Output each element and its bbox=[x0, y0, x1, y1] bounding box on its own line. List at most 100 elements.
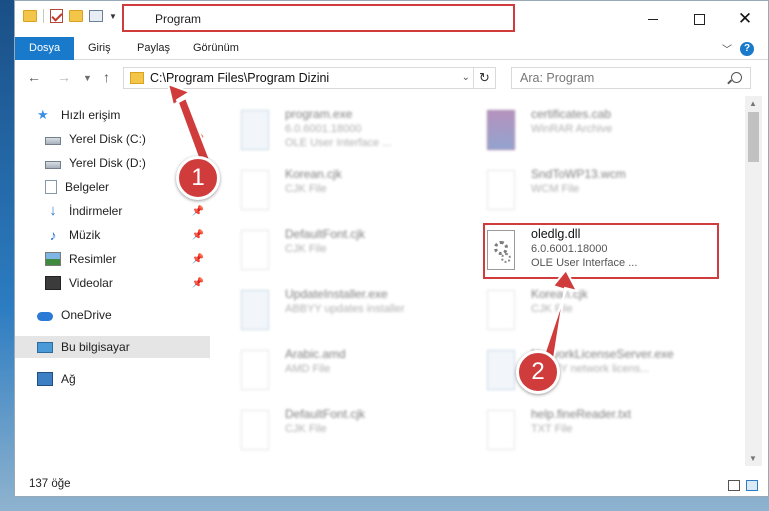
sidebar-item-network[interactable]: Ağ bbox=[15, 368, 210, 390]
file-type: CJK File bbox=[531, 303, 573, 315]
sidebar-item-music[interactable]: ♪ Müzik 📌 bbox=[15, 224, 210, 246]
scrollbar-thumb[interactable] bbox=[748, 112, 759, 162]
sidebar-item-onedrive[interactable]: OneDrive bbox=[15, 304, 210, 326]
search-box[interactable]: Ara: Program bbox=[511, 67, 751, 89]
file-item[interactable]: certificates.cab WinRAR Archive bbox=[457, 104, 697, 156]
generic-file-icon bbox=[241, 350, 269, 390]
onedrive-icon bbox=[37, 312, 53, 321]
file-name: SndToWP13.wcm bbox=[531, 167, 626, 181]
sidebar-item-label: OneDrive bbox=[61, 308, 112, 322]
file-item[interactable]: Arabic.amd AMD File bbox=[211, 344, 451, 396]
videos-icon bbox=[45, 276, 61, 290]
divider bbox=[43, 9, 44, 23]
callout-badge-1: 1 bbox=[176, 156, 220, 200]
file-type: WinRAR Archive bbox=[531, 123, 613, 135]
sidebar-item-pictures[interactable]: Resimler 📌 bbox=[15, 248, 210, 270]
properties-check-icon[interactable] bbox=[50, 9, 63, 23]
file-item[interactable]: help.fineReader.txt TXT File bbox=[457, 404, 697, 456]
back-arrow-icon[interactable]: ← bbox=[27, 69, 41, 85]
file-description: OLE User Interface ... bbox=[285, 137, 392, 149]
file-name: DefaultFont.cjk bbox=[285, 227, 366, 241]
documents-icon bbox=[45, 180, 57, 194]
maximize-button[interactable] bbox=[676, 1, 722, 37]
ribbon-tabs: Dosya Giriş Paylaş Görünüm ﹀ ? bbox=[15, 37, 768, 60]
file-item[interactable]: program.exe 6.0.6001.18000 OLE User Inte… bbox=[211, 104, 451, 156]
quick-access-toolbar: ▼ bbox=[23, 9, 124, 23]
file-list: program.exe 6.0.6001.18000 OLE User Inte… bbox=[211, 96, 746, 466]
file-item[interactable]: DefaultFont.cjk CJK File bbox=[211, 224, 451, 276]
large-icons-view-icon[interactable] bbox=[746, 480, 758, 491]
status-bar: 137 öğe bbox=[15, 474, 768, 496]
tab-file[interactable]: Dosya bbox=[15, 37, 75, 60]
address-bar[interactable]: C:\Program Files\Program Dizini ⌄ ↻ bbox=[123, 67, 496, 89]
file-item[interactable]: Korean.cjk CJK File bbox=[457, 284, 697, 336]
new-folder-icon[interactable] bbox=[69, 10, 83, 22]
search-placeholder[interactable]: Ara: Program bbox=[520, 71, 594, 85]
address-path[interactable]: C:\Program Files\Program Dizini bbox=[150, 71, 329, 85]
computer-icon bbox=[37, 341, 53, 353]
sidebar-item-label: Ağ bbox=[61, 372, 76, 386]
exe-file-icon bbox=[241, 110, 269, 150]
ribbon-right-controls: ﹀ ? bbox=[722, 41, 754, 56]
scroll-up-icon[interactable]: ▲ bbox=[749, 99, 757, 108]
close-button[interactable]: ✕ bbox=[722, 1, 768, 37]
refresh-icon[interactable]: ↻ bbox=[473, 68, 495, 88]
drive-icon bbox=[45, 136, 61, 145]
help-icon[interactable]: ? bbox=[740, 41, 754, 56]
up-arrow-icon[interactable]: ↑ bbox=[103, 69, 110, 85]
folder-icon[interactable] bbox=[23, 10, 37, 22]
properties-icon[interactable] bbox=[89, 10, 103, 22]
file-description: ABBYY updates installer bbox=[285, 303, 405, 315]
customize-dropdown-icon[interactable]: ▼ bbox=[109, 12, 117, 21]
details-view-icon[interactable] bbox=[728, 480, 740, 491]
generic-file-icon bbox=[487, 410, 515, 450]
sidebar-item-label: Yerel Disk (C:) bbox=[69, 132, 146, 146]
minimize-button[interactable] bbox=[630, 1, 676, 37]
music-icon: ♪ bbox=[49, 227, 57, 243]
expand-ribbon-icon[interactable]: ﹀ bbox=[722, 41, 732, 56]
sidebar-item-quick-access[interactable]: ★ Hızlı erişim bbox=[15, 104, 210, 126]
file-name: DefaultFont.cjk bbox=[285, 407, 366, 421]
exe-file-icon bbox=[487, 350, 515, 390]
generic-file-icon bbox=[241, 410, 269, 450]
exe-file-icon bbox=[241, 290, 269, 330]
sidebar-item-label: Müzik bbox=[69, 228, 101, 242]
navigation-pane: ★ Hızlı erişim Yerel Disk (C:) 📌 Yerel D… bbox=[15, 96, 210, 466]
file-name: certificates.cab bbox=[531, 107, 612, 121]
search-icon[interactable] bbox=[731, 72, 742, 83]
file-name: program.exe bbox=[285, 107, 353, 121]
file-item[interactable]: NetworkLicenseServer.exe ABBYY network l… bbox=[457, 344, 697, 396]
vertical-scrollbar[interactable]: ▲ ▼ bbox=[745, 96, 762, 466]
tab-view[interactable]: Görünüm bbox=[193, 37, 239, 60]
forward-arrow-icon[interactable]: → bbox=[57, 69, 71, 85]
explorer-window: ▼ Program ✕ Dosya Giriş Paylaş Görünüm ﹀… bbox=[14, 0, 769, 497]
sidebar-item-local-disk-c[interactable]: Yerel Disk (C:) 📌 bbox=[15, 128, 210, 150]
generic-file-icon bbox=[487, 170, 515, 210]
pin-icon: 📌 bbox=[191, 253, 204, 265]
navigation-bar: ← → ▼ ↑ C:\Program Files\Program Dizini … bbox=[15, 61, 768, 95]
sidebar-item-downloads[interactable]: ↓ İndirmeler 📌 bbox=[15, 200, 210, 222]
generic-file-icon bbox=[241, 230, 269, 270]
file-type: CJK File bbox=[285, 243, 327, 255]
file-version: 6.0.6001.18000 bbox=[285, 123, 362, 135]
sidebar-item-label: Bu bilgisayar bbox=[61, 340, 130, 354]
archive-file-icon bbox=[487, 110, 515, 150]
address-dropdown-icon[interactable]: ⌄ bbox=[462, 72, 470, 83]
tab-share[interactable]: Paylaş bbox=[137, 37, 170, 60]
scroll-down-icon[interactable]: ▼ bbox=[749, 454, 757, 463]
tab-home[interactable]: Giriş bbox=[88, 37, 111, 60]
folder-icon bbox=[130, 72, 144, 84]
sidebar-item-videos[interactable]: Videolar 📌 bbox=[15, 272, 210, 294]
callout-badge-2: 2 bbox=[516, 350, 560, 394]
sidebar-item-this-pc[interactable]: Bu bilgisayar bbox=[15, 336, 210, 358]
file-name: UpdateInstaller.exe bbox=[285, 287, 388, 301]
recent-locations-icon[interactable]: ▼ bbox=[83, 73, 92, 83]
file-item[interactable]: Korean.cjk CJK File bbox=[211, 164, 451, 216]
file-item[interactable]: UpdateInstaller.exe ABBYY updates instal… bbox=[211, 284, 451, 336]
network-icon bbox=[37, 372, 53, 386]
file-item[interactable]: SndToWP13.wcm WCM File bbox=[457, 164, 697, 216]
pin-icon: 📌 bbox=[191, 133, 204, 145]
download-icon: ↓ bbox=[49, 202, 57, 219]
file-item[interactable]: DefaultFont.cjk CJK File bbox=[211, 404, 451, 456]
file-type: TXT File bbox=[531, 423, 573, 435]
